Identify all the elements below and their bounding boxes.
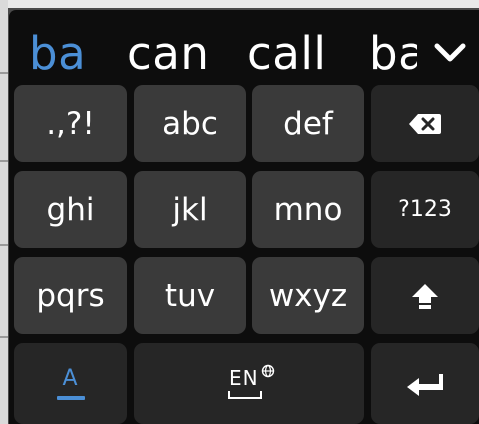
key-ghi-label: ghi <box>46 191 95 228</box>
suggestion-partial[interactable]: ba <box>363 10 417 88</box>
key-input-mode[interactable]: A <box>14 343 127 424</box>
key-jkl[interactable]: jkl <box>134 171 246 248</box>
background-strip-top <box>0 0 479 8</box>
key-def-label: def <box>283 105 333 142</box>
suggestion-call[interactable]: call <box>247 28 326 80</box>
suggestion-primary[interactable]: ba <box>29 28 86 80</box>
key-tuv[interactable]: tuv <box>134 257 246 334</box>
key-pqrs[interactable]: pqrs <box>14 257 127 334</box>
key-backspace[interactable] <box>371 85 479 162</box>
key-space[interactable]: EN <box>134 343 364 424</box>
suggestion-strip: ba can call ba <box>9 10 479 88</box>
key-pqrs-label: pqrs <box>36 277 105 314</box>
key-enter[interactable] <box>371 343 479 424</box>
key-mno[interactable]: mno <box>252 171 364 248</box>
suggestion-partial-label: ba <box>369 27 417 80</box>
space-bar-icon <box>227 390 263 400</box>
key-mno-label: mno <box>273 191 343 228</box>
enter-icon <box>405 372 445 396</box>
space-language-indicator: EN <box>219 364 279 404</box>
key-symbols[interactable]: ?123 <box>371 171 479 248</box>
key-tuv-label: tuv <box>164 277 216 314</box>
backspace-icon <box>408 112 442 136</box>
soft-keyboard: ba can call ba .,?! abc def ghi jkl mno … <box>9 10 479 424</box>
text-mode-a-icon: A <box>51 364 91 404</box>
key-punctuation[interactable]: .,?! <box>14 85 127 162</box>
key-ghi[interactable]: ghi <box>14 171 127 248</box>
key-shift[interactable] <box>371 257 479 334</box>
key-punctuation-label: .,?! <box>46 105 95 142</box>
key-def[interactable]: def <box>252 85 364 162</box>
key-symbols-label: ?123 <box>398 197 452 222</box>
key-abc-label: abc <box>162 105 218 142</box>
language-label: EN <box>229 365 259 390</box>
background-strip-left <box>0 0 8 424</box>
chevron-down-icon[interactable] <box>429 32 471 74</box>
key-wxyz[interactable]: wxyz <box>252 257 364 334</box>
shift-icon <box>410 281 440 311</box>
key-abc[interactable]: abc <box>134 85 246 162</box>
globe-icon <box>261 364 275 378</box>
key-wxyz-label: wxyz <box>268 277 348 314</box>
suggestion-can[interactable]: can <box>127 28 209 80</box>
key-jkl-label: jkl <box>172 191 208 228</box>
